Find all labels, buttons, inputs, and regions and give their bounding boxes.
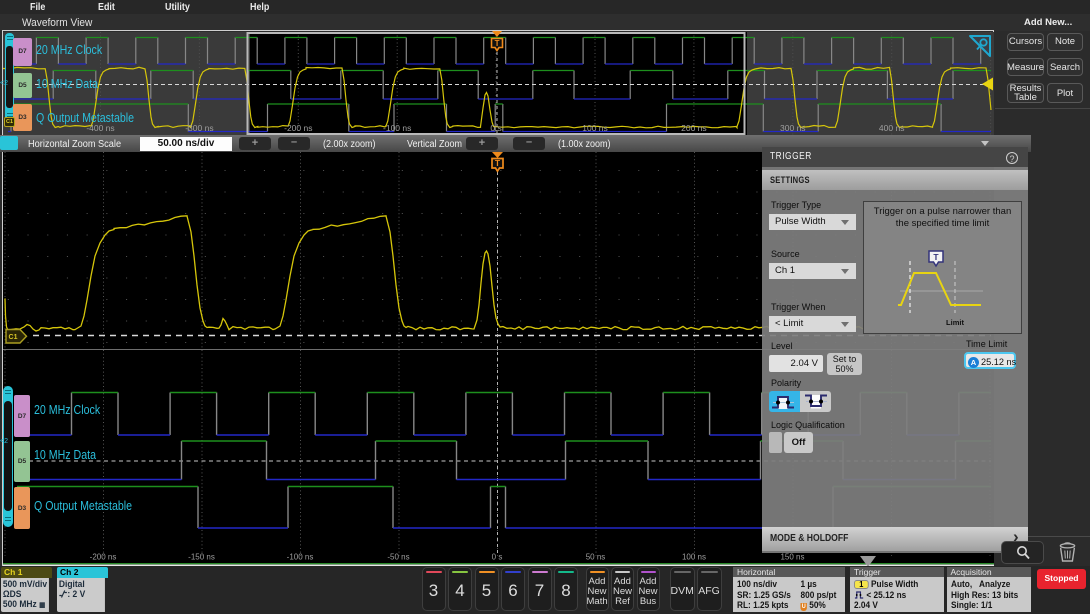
svg-text:T: T	[495, 39, 500, 48]
svg-text:50 ns: 50 ns	[586, 553, 606, 562]
svg-text:-400 ns: -400 ns	[86, 123, 114, 133]
svg-text:T: T	[495, 158, 501, 168]
svg-text:100 ns: 100 ns	[582, 123, 608, 133]
svg-text:150 ns: 150 ns	[780, 553, 804, 562]
svg-text:Limit: Limit	[946, 318, 964, 327]
svg-text:-50 ns: -50 ns	[387, 553, 409, 562]
svg-text:-200 ns: -200 ns	[90, 553, 117, 562]
svg-text:T: T	[933, 252, 939, 262]
svg-text:-200 ns: -200 ns	[284, 123, 312, 133]
svg-text:300 ns: 300 ns	[780, 123, 806, 133]
svg-text:-300 ns: -300 ns	[185, 123, 213, 133]
svg-text:-150 ns: -150 ns	[188, 553, 215, 562]
svg-text:400 ns: 400 ns	[879, 123, 905, 133]
svg-text:-100 ns: -100 ns	[383, 123, 411, 133]
svg-text:0 s: 0 s	[490, 123, 501, 133]
svg-text:200 ns: 200 ns	[681, 123, 707, 133]
svg-text:-100 ns: -100 ns	[287, 553, 314, 562]
svg-text:C1: C1	[9, 334, 18, 341]
svg-text:100 ns: 100 ns	[682, 553, 706, 562]
svg-text:0 s: 0 s	[492, 553, 503, 562]
